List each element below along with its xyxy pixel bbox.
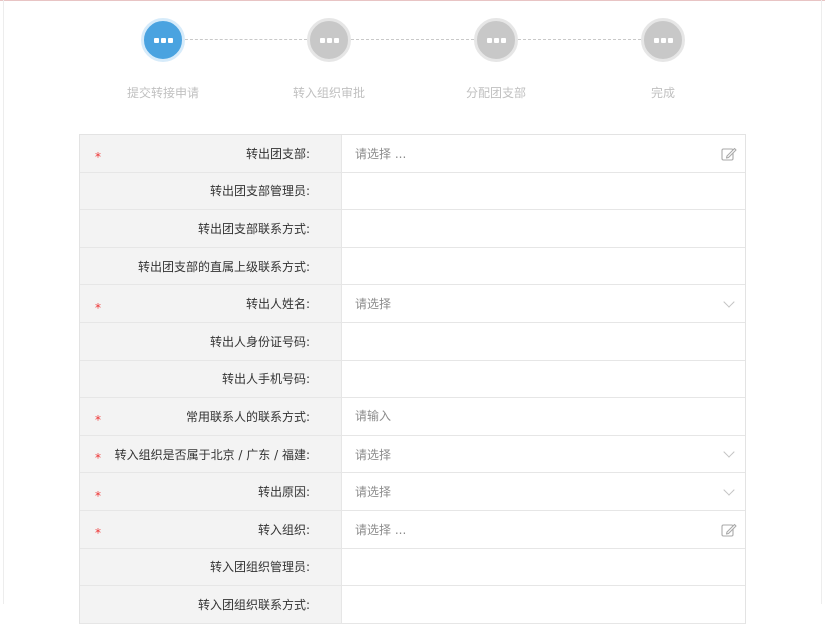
transfer-form: * 转出团支部: 请选择 ... 转出团支部管理员: 转出团支部联系方式: 转出团支部的直…	[79, 134, 746, 624]
field-label-cell: 转出人身份证号码:	[80, 322, 342, 360]
text-field[interactable]	[342, 398, 745, 435]
ellipsis-icon	[153, 37, 173, 43]
form-row: 转出团支部的直属上级联系方式:	[80, 247, 745, 286]
form-row: * 转入组织: 请选择 ...	[80, 510, 745, 549]
form-row: * 转入组织是否属于北京 / 广东 / 福建: 请选择	[80, 435, 745, 474]
step-3: 分配团支部	[426, 18, 566, 101]
step-4: 完成	[593, 18, 733, 101]
step-label: 完成	[650, 86, 675, 100]
step-indicator	[307, 18, 351, 62]
chevron-down-icon	[723, 446, 735, 458]
field-label: 转出团支部的直属上级联系方式:	[137, 259, 310, 274]
form-row: 转出团支部管理员:	[80, 172, 745, 211]
chevron-down-icon	[723, 483, 735, 496]
required-asterisk: *	[95, 451, 101, 466]
form-row: * 转出人姓名: 请选择	[80, 285, 745, 323]
field-label-cell: 转出团支部的直属上级联系方式:	[80, 247, 342, 285]
field-label-cell: 转入团组织管理员:	[80, 548, 342, 586]
field-label: 转入组织是否属于北京 / 广东 / 福建:	[114, 447, 310, 462]
readonly-value	[342, 210, 745, 247]
required-asterisk: *	[95, 150, 101, 165]
form-row: 转出人身份证号码:	[80, 322, 745, 361]
select-placeholder: 请选择	[355, 485, 392, 500]
select-dropdown[interactable]: 请选择	[342, 473, 745, 510]
required-asterisk: *	[95, 300, 101, 315]
text-input[interactable]	[355, 409, 655, 424]
step-indicator	[641, 18, 685, 62]
field-label-cell: 转出团支部联系方式:	[80, 210, 342, 247]
form-row: * 转出团支部: 请选择 ...	[80, 135, 745, 173]
field-label: 转出原因:	[257, 485, 310, 500]
field-label: 常用联系人的联系方式:	[185, 409, 310, 424]
required-asterisk: *	[95, 413, 101, 428]
picker-field[interactable]: 请选择 ...	[342, 135, 745, 172]
step-label: 分配团支部	[465, 86, 526, 100]
select-dropdown[interactable]: 请选择	[342, 436, 745, 473]
required-asterisk: *	[95, 488, 101, 503]
form-row: * 转出原因: 请选择	[80, 473, 745, 511]
select-placeholder: 请选择	[355, 447, 392, 462]
ellipsis-icon	[319, 37, 339, 43]
readonly-value	[342, 549, 745, 586]
progress-stepper: 提交转接申请 转入组织审批 分配团支部 完成	[0, 0, 825, 120]
field-label-cell: * 常用联系人的联系方式:	[80, 398, 342, 435]
readonly-value	[342, 323, 745, 360]
field-label-cell: 转出人手机号码:	[80, 360, 342, 398]
field-label-cell: * 转出人姓名:	[80, 285, 342, 322]
step-2: 转入组织审批	[259, 18, 399, 101]
form-row: 转出团支部联系方式:	[80, 210, 745, 248]
field-label-cell: * 转入组织:	[80, 510, 342, 548]
readonly-value	[342, 173, 745, 210]
readonly-value	[342, 248, 745, 285]
step-label: 提交转接申请	[126, 86, 199, 100]
field-label: 转出人身份证号码:	[209, 334, 310, 349]
field-label-cell: * 转出团支部:	[80, 135, 342, 172]
select-dropdown[interactable]: 请选择	[342, 285, 745, 322]
chevron-down-icon	[723, 296, 735, 308]
form-row: 转入团组织管理员:	[80, 548, 745, 587]
field-label: 转出团支部:	[245, 146, 310, 161]
field-label: 转出人手机号码:	[221, 372, 310, 387]
field-label-cell: * 转出原因:	[80, 473, 342, 510]
step-indicator	[141, 18, 185, 62]
form-row: 转入团组织联系方式:	[80, 586, 745, 624]
select-placeholder: 请选择	[355, 297, 392, 312]
field-label: 转出团支部管理员:	[209, 184, 310, 199]
step-indicator	[474, 18, 518, 62]
field-label: 转入团组织联系方式:	[197, 597, 310, 612]
field-label: 转出人姓名:	[245, 297, 310, 312]
readonly-value	[342, 586, 745, 623]
step-1: 提交转接申请	[93, 18, 233, 101]
picker-placeholder: 请选择 ...	[355, 522, 407, 537]
field-label: 转入团组织管理员:	[209, 560, 310, 575]
required-asterisk: *	[95, 526, 101, 541]
field-label: 转入组织:	[257, 522, 310, 537]
form-row: 转出人手机号码:	[80, 360, 745, 399]
step-label: 转入组织审批	[292, 86, 365, 100]
readonly-value	[342, 361, 745, 398]
picker-field[interactable]: 请选择 ...	[342, 511, 745, 548]
field-label-cell: * 转入组织是否属于北京 / 广东 / 福建:	[80, 435, 342, 473]
field-label-cell: 转出团支部管理员:	[80, 172, 342, 210]
picker-placeholder: 请选择 ...	[355, 146, 407, 161]
field-label-cell: 转入团组织联系方式:	[80, 586, 342, 623]
edit-icon[interactable]	[721, 523, 737, 540]
edit-icon[interactable]	[721, 147, 737, 164]
ellipsis-icon	[653, 37, 673, 43]
ellipsis-icon	[486, 37, 506, 43]
form-row: * 常用联系人的联系方式:	[80, 398, 745, 436]
field-label: 转出团支部联系方式:	[197, 221, 310, 236]
